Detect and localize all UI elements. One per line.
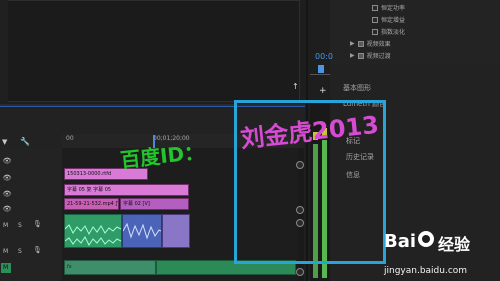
solo-button[interactable]: S (18, 222, 22, 229)
program-monitor-panel (0, 0, 300, 102)
baidu-logo: Bai 经验 (384, 229, 496, 263)
clip-v2[interactable]: 字幕 05 复 字幕 05 (64, 184, 189, 196)
paw-icon (418, 231, 434, 247)
folder-icon (357, 40, 364, 47)
baidu-text-bai: Bai (384, 231, 417, 252)
eye-icon[interactable]: 👁 (3, 205, 12, 213)
left-upper-strip (0, 0, 8, 102)
effect-label: 恒定增益 (381, 17, 406, 24)
mic-icon[interactable]: 🎙 (33, 220, 42, 228)
checkbox-icon (372, 16, 378, 23)
scroll-handle-bottom[interactable] (296, 268, 304, 276)
eye-icon[interactable]: 👁 (3, 174, 12, 182)
checkbox-icon (372, 28, 378, 35)
fx-badge: fx (67, 264, 72, 270)
folder-label: 视频效果 (366, 41, 391, 48)
clip-v1[interactable]: 21-59-21-532.mp4 [V] (64, 198, 119, 210)
chevron-right-icon: ▶ (350, 40, 355, 47)
playhead-marker[interactable] (318, 65, 324, 73)
folder-label: 视频过渡 (366, 53, 391, 60)
effect-label: 指数淡化 (381, 29, 406, 36)
panel-item-essential-graphics[interactable]: 基本图形 (343, 83, 371, 93)
eye-icon[interactable]: 👁 (3, 190, 12, 198)
mute-button[interactable]: M (3, 222, 8, 229)
effect-item-constant-power[interactable]: 恒定功率 (372, 3, 405, 12)
folder-video-transitions[interactable]: ▶ 视频过渡 (350, 51, 391, 60)
add-icon[interactable]: + (319, 86, 327, 96)
mute-button[interactable]: M (3, 248, 8, 255)
ruler-time-start: 00 (66, 135, 74, 142)
clip-a1-violet[interactable] (162, 214, 190, 248)
folder-video-effects[interactable]: ▶ 视频效果 (350, 39, 391, 48)
master-track-label: M (3, 264, 9, 271)
clip-a1-green[interactable] (64, 214, 122, 248)
timecode-display: 00:0 (315, 52, 333, 61)
marker-icon[interactable]: ▼ (2, 138, 7, 146)
clip-a2-teal[interactable]: fx (64, 260, 156, 275)
solo-button[interactable]: S (18, 248, 22, 255)
waveform-graphic (122, 222, 162, 240)
effect-label: 恒定功率 (381, 5, 406, 12)
effect-item-constant-gain[interactable]: 恒定增益 (372, 15, 405, 24)
eye-icon[interactable]: 👁 (3, 157, 12, 165)
baidu-url: jingyan.baidu.com (384, 266, 468, 276)
clip-label: 字幕 05 复 字幕 05 (67, 187, 112, 193)
clip-label: 字幕 02 [V] (123, 201, 150, 207)
waveform-graphic (64, 224, 122, 246)
checkbox-icon (372, 4, 378, 11)
mic-icon[interactable]: 🎙 (33, 246, 42, 254)
mini-timeline-line (310, 74, 330, 75)
clip-v1-b[interactable]: 字幕 02 [V] (120, 198, 189, 210)
effect-item-exponential-fade[interactable]: 指数淡化 (372, 27, 405, 36)
baidu-text-jingyan: 经验 (438, 235, 471, 254)
arrow-up-icon[interactable]: ↑ (292, 82, 299, 91)
track-header-column (0, 148, 62, 281)
clip-a1-blue[interactable] (122, 214, 162, 248)
chevron-right-icon: ▶ (350, 52, 355, 59)
effects-panel: 恒定功率 恒定增益 指数淡化 ▶ 视频效果 ▶ 视频过渡 (330, 0, 500, 65)
clip-label: 21-59-21-532.mp4 [V] (67, 201, 118, 207)
folder-icon (357, 52, 364, 59)
wrench-icon[interactable]: 🔧 (20, 137, 30, 146)
